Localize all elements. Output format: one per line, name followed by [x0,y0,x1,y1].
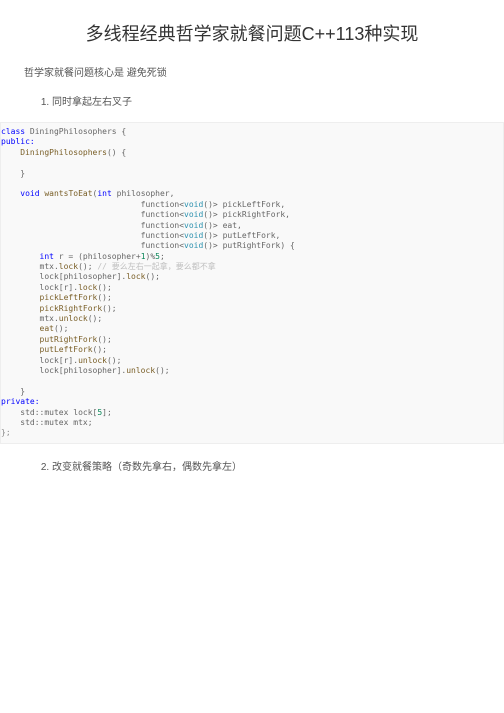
method-list: 同时拿起左右叉子 [24,93,480,108]
method-list-2: 改变就餐策略（奇数先拿右，偶数先拿左） [24,458,480,473]
subtitle-text: 哲学家就餐问题核心是 避免死锁 [24,64,480,79]
list-item: 改变就餐策略（奇数先拿右，偶数先拿左） [52,458,480,473]
code-block: class DiningPhilosophers { public: Dinin… [0,122,504,444]
page-title: 多线程经典哲学家就餐问题C++113种实现 [24,20,480,46]
list-item: 同时拿起左右叉子 [52,93,480,108]
document-container: 多线程经典哲学家就餐问题C++113种实现 哲学家就餐问题核心是 避免死锁 同时… [0,0,504,507]
code-content: class DiningPhilosophers { public: Dinin… [1,127,503,439]
